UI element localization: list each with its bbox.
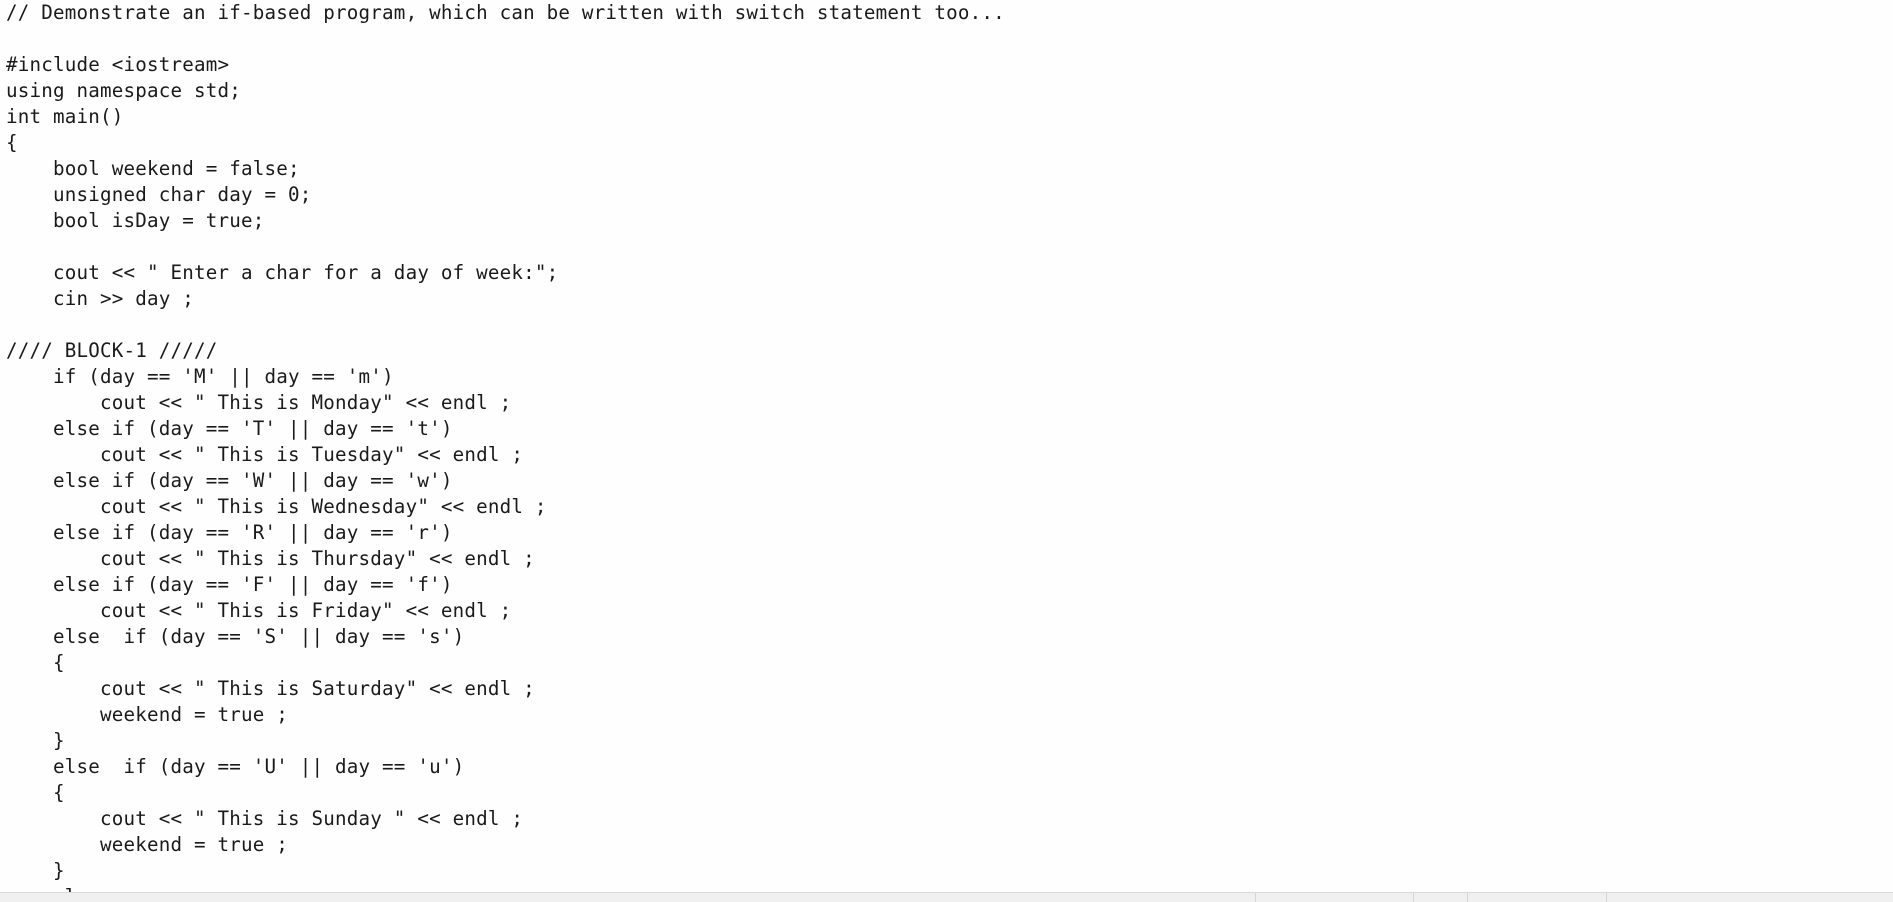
code-line: else if (day == 'W' || day == 'w')	[6, 469, 453, 492]
code-line: else	[6, 884, 1893, 892]
code-line: cout << " This is Monday" << endl ;	[6, 391, 512, 414]
code-line: else if (day == 'S' || day == 's')	[6, 625, 465, 648]
code-line: weekend = true ;	[6, 833, 289, 856]
code-line: cout << " This is Saturday" << endl ;	[6, 677, 535, 700]
code-line: bool isDay = true;	[6, 209, 265, 232]
code-line: using namespace std;	[6, 79, 242, 102]
code-line: else if (day == 'R' || day == 'r')	[6, 521, 453, 544]
code-line: cout << " This is Wednesday" << endl ;	[6, 495, 547, 518]
code-line: bool weekend = false;	[6, 157, 300, 180]
code-line: cout << " This is Tuesday" << endl ;	[6, 443, 524, 466]
code-line: unsigned char day = 0;	[6, 183, 312, 206]
code-line: // Demonstrate an if-based program, whic…	[6, 1, 1005, 24]
code-line: cout << " This is Friday" << endl ;	[6, 599, 512, 622]
code-line: else if (day == 'T' || day == 't')	[6, 417, 453, 440]
code-line: {	[6, 781, 65, 804]
code-line: weekend = true ;	[6, 703, 289, 726]
code-line: cout << " Enter a char for a day of week…	[6, 261, 559, 284]
code-line: {	[6, 131, 18, 154]
code-line: }	[6, 859, 65, 882]
code-editor[interactable]: // Demonstrate an if-based program, whic…	[0, 0, 1893, 892]
code-line: int main()	[6, 105, 124, 128]
code-line: }	[6, 729, 65, 752]
code-line: cout << " This is Sunday " << endl ;	[6, 807, 524, 830]
code-line: {	[6, 651, 65, 674]
code-line: if (day == 'M' || day == 'm')	[6, 365, 394, 388]
code-line: #include <iostream>	[6, 53, 230, 76]
code-line: //// BLOCK-1 /////	[6, 339, 218, 362]
code-line: else if (day == 'U' || day == 'u')	[6, 755, 465, 778]
code-line: cin >> day ;	[6, 287, 195, 310]
code-text[interactable]: // Demonstrate an if-based program, whic…	[0, 0, 1893, 892]
code-line: else if (day == 'F' || day == 'f')	[6, 573, 453, 596]
code-line: cout << " This is Thursday" << endl ;	[6, 547, 535, 570]
